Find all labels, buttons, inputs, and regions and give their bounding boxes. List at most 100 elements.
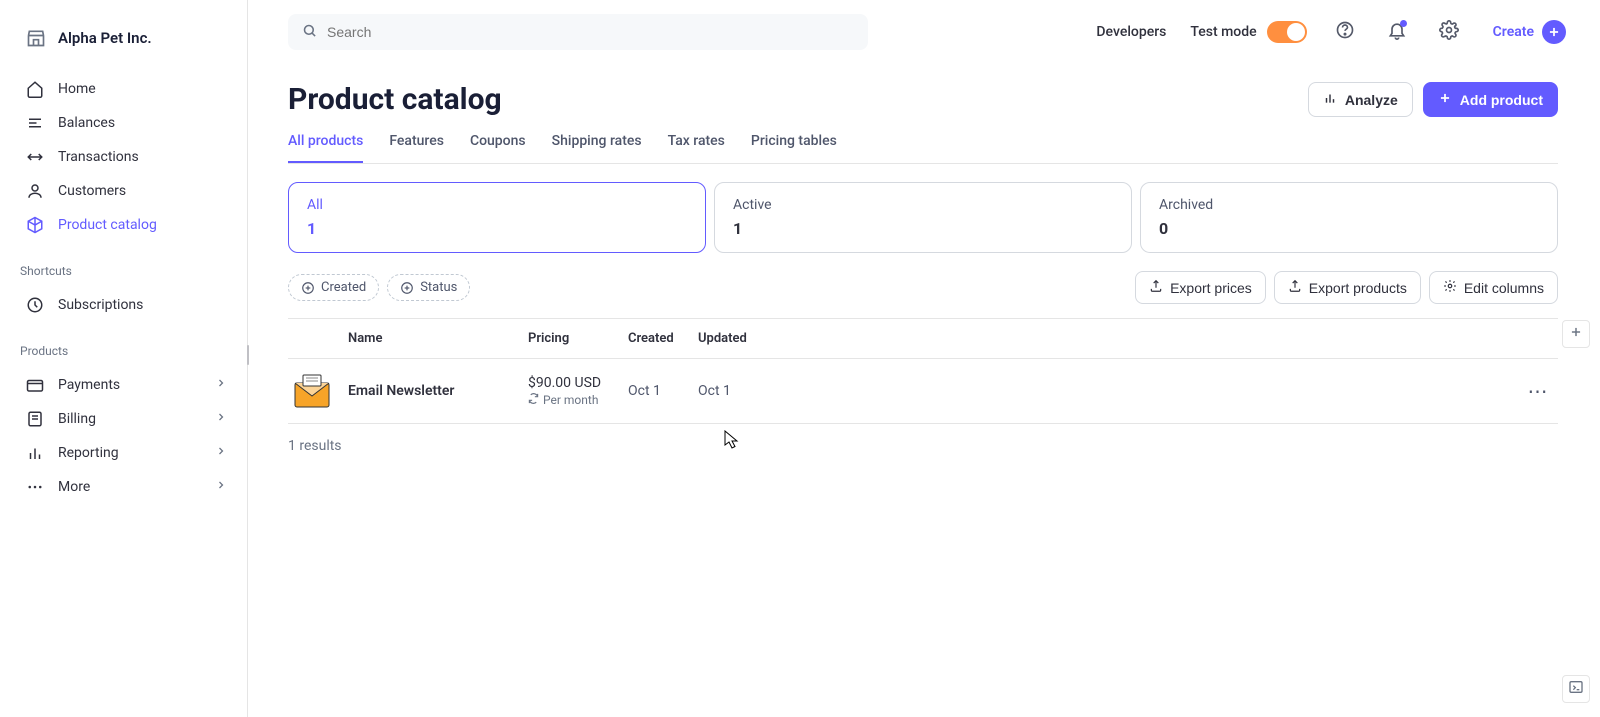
- filter-status-label: Status: [420, 280, 457, 295]
- filter-created-label: Created: [321, 280, 366, 295]
- filter-status[interactable]: Status: [387, 274, 470, 301]
- export-products-button[interactable]: Export products: [1274, 271, 1421, 304]
- tab-shipping-rates[interactable]: Shipping rates: [552, 133, 642, 163]
- nav-payments[interactable]: Payments: [0, 368, 247, 402]
- status-cards: All 1 Active 1 Archived 0: [288, 182, 1558, 253]
- status-card-count: 1: [733, 219, 1113, 238]
- shortcuts-nav: Subscriptions: [0, 284, 247, 326]
- brand-name: Alpha Pet Inc.: [58, 29, 152, 47]
- nav-billing[interactable]: Billing: [0, 402, 247, 436]
- analyze-button[interactable]: Analyze: [1308, 82, 1413, 117]
- plus-icon: [1542, 20, 1566, 44]
- tab-pricing-tables[interactable]: Pricing tables: [751, 133, 837, 163]
- nav-balances-label: Balances: [58, 115, 115, 131]
- nav-product-catalog-label: Product catalog: [58, 217, 157, 233]
- help-button[interactable]: [1331, 18, 1359, 46]
- more-icon: [26, 478, 44, 496]
- chevron-right-icon: [215, 445, 227, 461]
- filter-created[interactable]: Created: [288, 274, 379, 301]
- nav-customers[interactable]: Customers: [0, 174, 247, 208]
- th-name: Name: [348, 331, 528, 346]
- payments-icon: [26, 376, 44, 394]
- create-label: Create: [1493, 24, 1534, 40]
- edit-columns-label: Edit columns: [1464, 280, 1544, 296]
- export-icon: [1288, 279, 1302, 296]
- plus-icon: [1438, 91, 1452, 108]
- add-circle-icon: [400, 281, 414, 295]
- customers-icon: [26, 182, 44, 200]
- search-input[interactable]: [327, 24, 854, 40]
- tab-features[interactable]: Features: [389, 133, 444, 163]
- developers-link[interactable]: Developers: [1096, 24, 1166, 40]
- sidebar-header[interactable]: Alpha Pet Inc.: [0, 20, 247, 68]
- th-updated: Updated: [698, 331, 778, 346]
- console-button[interactable]: [1562, 675, 1590, 703]
- notifications-button[interactable]: [1383, 18, 1411, 46]
- edit-columns-button[interactable]: Edit columns: [1429, 271, 1558, 304]
- export-prices-label: Export prices: [1170, 280, 1252, 296]
- content: Product catalog Analyze Add product All …: [248, 64, 1600, 474]
- nav-reporting[interactable]: Reporting: [0, 436, 247, 470]
- gear-icon: [1439, 20, 1459, 44]
- nav-billing-label: Billing: [58, 411, 96, 427]
- row-menu-button[interactable]: ⋯: [1518, 379, 1558, 403]
- create-button[interactable]: Create: [1487, 16, 1572, 48]
- add-product-label: Add product: [1460, 92, 1543, 108]
- console-icon: [1568, 679, 1584, 699]
- nav-more[interactable]: More: [0, 470, 247, 504]
- page-header: Product catalog Analyze Add product: [288, 82, 1558, 117]
- product-interval: Per month: [528, 393, 628, 407]
- search-icon: [302, 23, 317, 42]
- export-icon: [1149, 279, 1163, 296]
- home-icon: [26, 80, 44, 98]
- status-card-label: Archived: [1159, 197, 1539, 213]
- nav-home-label: Home: [58, 81, 96, 97]
- table-row[interactable]: Email Newsletter $90.00 USD Per month Oc…: [288, 359, 1558, 424]
- status-card-count: 0: [1159, 219, 1539, 238]
- page-title: Product catalog: [288, 82, 502, 117]
- th-pricing: Pricing: [528, 331, 628, 346]
- transactions-icon: [26, 148, 44, 166]
- product-created: Oct 1: [628, 383, 698, 399]
- side-panel-expand-button[interactable]: [1562, 320, 1590, 348]
- status-card-all[interactable]: All 1: [288, 182, 706, 253]
- nav-transactions[interactable]: Transactions: [0, 140, 247, 174]
- bell-icon: [1387, 20, 1407, 44]
- reporting-icon: [26, 444, 44, 462]
- nav-balances[interactable]: Balances: [0, 106, 247, 140]
- products-heading: Products: [0, 326, 247, 364]
- test-mode-toggle[interactable]: [1267, 21, 1307, 43]
- nav-home[interactable]: Home: [0, 72, 247, 106]
- export-prices-button[interactable]: Export prices: [1135, 271, 1266, 304]
- search-input-wrapper[interactable]: [288, 14, 868, 50]
- product-icon: [292, 371, 332, 411]
- status-card-archived[interactable]: Archived 0: [1140, 182, 1558, 253]
- nav-transactions-label: Transactions: [58, 149, 139, 165]
- add-product-button[interactable]: Add product: [1423, 82, 1558, 117]
- header-actions: Analyze Add product: [1308, 82, 1558, 117]
- nav-product-catalog[interactable]: Product catalog: [0, 208, 247, 242]
- recurring-icon: [528, 393, 539, 407]
- chevron-right-icon: [215, 411, 227, 427]
- products-table: Name Pricing Created Updated Email Newsl…: [288, 318, 1558, 424]
- filters-row: Created Status Export prices Export prod…: [288, 271, 1558, 304]
- table-header: Name Pricing Created Updated: [288, 318, 1558, 359]
- export-products-label: Export products: [1309, 280, 1407, 296]
- topbar: Developers Test mode Create: [248, 0, 1600, 64]
- settings-button[interactable]: [1435, 18, 1463, 46]
- plus-icon: [1569, 325, 1583, 343]
- product-pricing: $90.00 USD Per month: [528, 375, 628, 407]
- status-card-count: 1: [307, 219, 687, 238]
- nav-subscriptions-label: Subscriptions: [58, 297, 143, 313]
- nav-subscriptions[interactable]: Subscriptions: [0, 288, 247, 322]
- primary-nav: Home Balances Transactions Customers Pro…: [0, 68, 247, 246]
- tab-coupons[interactable]: Coupons: [470, 133, 526, 163]
- status-card-active[interactable]: Active 1: [714, 182, 1132, 253]
- product-updated: Oct 1: [698, 383, 778, 399]
- tab-tax-rates[interactable]: Tax rates: [668, 133, 725, 163]
- product-catalog-icon: [26, 216, 44, 234]
- brand-store-icon: [26, 28, 46, 48]
- tab-all-products[interactable]: All products: [288, 133, 363, 163]
- columns-gear-icon: [1443, 279, 1457, 296]
- test-mode-label: Test mode: [1190, 24, 1256, 40]
